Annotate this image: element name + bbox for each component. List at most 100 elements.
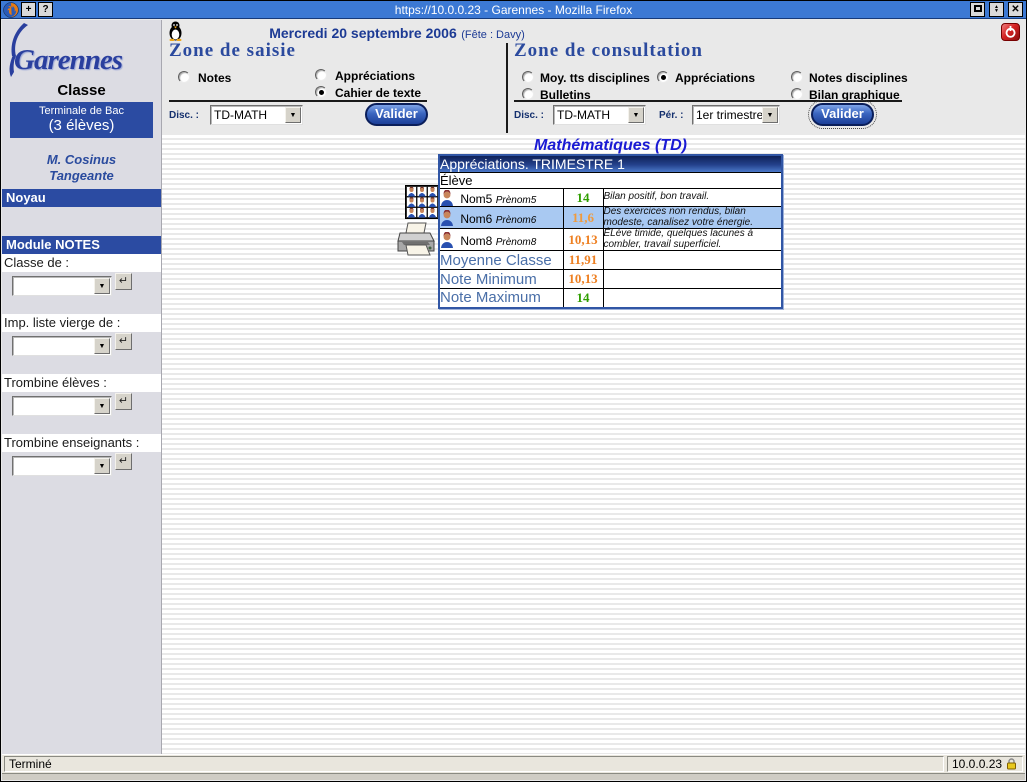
new-tab-button[interactable]: +: [21, 2, 36, 17]
classe-de-select[interactable]: ▼: [12, 276, 112, 296]
chevron-down-icon[interactable]: ▼: [94, 458, 110, 474]
power-icon: [1002, 24, 1019, 40]
valider-saisie-button[interactable]: Valider: [365, 103, 428, 126]
help-button[interactable]: ?: [38, 2, 53, 17]
radio-saisie-notes[interactable]: [178, 71, 190, 83]
chevron-down-icon[interactable]: ▼: [628, 107, 644, 123]
eleve-column-header: Élève: [439, 173, 782, 189]
logo-text: Garennes: [14, 44, 122, 77]
appreciation-cell: Bilan positif, bon travail.: [603, 189, 782, 207]
classe-de-submit-button[interactable]: ↵: [115, 273, 132, 290]
trombine-eleves-submit-button[interactable]: ↵: [115, 393, 132, 410]
trombinoscope-icon[interactable]: [405, 185, 439, 219]
firefox-icon: [3, 2, 19, 18]
trombine-enseignants-submit-button[interactable]: ↵: [115, 453, 132, 470]
radio-consult-appreciations[interactable]: [657, 71, 669, 83]
header-band: Mercredi 20 septembre 2006 (Fête : Davy)…: [162, 20, 1025, 135]
radio-saisie-notes-label[interactable]: Notes: [198, 71, 231, 85]
table-row-selected: Nom6 Prènom6 11,6 Des exercices non rend…: [439, 207, 782, 229]
chevron-down-icon[interactable]: ▼: [94, 278, 110, 294]
titlebar: + ? https://10.0.0.23 - Garennes - Mozil…: [1, 1, 1026, 19]
disc-label-consult: Disc. :: [514, 110, 544, 121]
student-name-cell[interactable]: Nom8 Prènom8: [439, 229, 563, 251]
summary-row: Moyenne Classe 11,91: [439, 251, 782, 270]
current-date: Mercredi 20 septembre 2006: [269, 25, 457, 41]
radio-consult-bulletins[interactable]: [522, 88, 534, 100]
radio-consult-bilan[interactable]: [791, 88, 803, 100]
trombine-eleves-select[interactable]: ▼: [12, 396, 112, 416]
garennes-logo: Garennes: [2, 20, 161, 80]
zone-saisie-title: Zone de saisie: [169, 40, 296, 62]
table-title: Appréciations. TRIMESTRE 1: [439, 155, 782, 173]
note-cell: 10,13: [563, 229, 603, 251]
periode-label: Pér. :: [659, 110, 683, 121]
student-avatar-icon: [440, 190, 454, 206]
classe-name: Terminale de Bac: [10, 105, 153, 117]
radio-saisie-cahier-label[interactable]: Cahier de texte: [335, 86, 421, 100]
table-header-row: Appréciations. TRIMESTRE 1: [439, 155, 782, 173]
trombine-eleves-label: Trombine élèves :: [2, 374, 161, 392]
disc-select-consult[interactable]: TD-MATH ▼: [553, 105, 646, 125]
radio-consult-notes-disciplines[interactable]: [791, 71, 803, 83]
table-row: Nom5 Prènom5 14 Bilan positif, bon trava…: [439, 189, 782, 207]
empty-cell: [603, 289, 782, 308]
status-text: Terminé: [4, 756, 944, 772]
sidebar-section-module-notes[interactable]: Module NOTES: [2, 236, 161, 254]
trombine-enseignants-select[interactable]: ▼: [12, 456, 112, 476]
logout-power-button[interactable]: [1001, 23, 1020, 41]
summary-label: Moyenne Classe: [439, 251, 563, 270]
classe-label: Classe: [2, 82, 161, 99]
imp-liste-select[interactable]: ▼: [12, 336, 112, 356]
radio-consult-notes-disciplines-label[interactable]: Notes disciplines: [809, 71, 908, 85]
periode-select[interactable]: 1er trimestre ▼: [692, 105, 780, 125]
student-name-cell[interactable]: Nom6 Prènom6: [439, 207, 563, 229]
empty-cell: [603, 270, 782, 289]
radio-saisie-cahier[interactable]: [315, 86, 327, 98]
chevron-down-icon[interactable]: ▼: [94, 338, 110, 354]
browser-window: + ? https://10.0.0.23 - Garennes - Mozil…: [0, 0, 1027, 782]
disc-label-saisie: Disc. :: [169, 110, 199, 121]
note-cell: 14: [563, 189, 603, 207]
main-area: Mercredi 20 septembre 2006 (Fête : Davy)…: [162, 20, 1025, 754]
appreciation-cell: Des exercices non rendus, bilan modeste,…: [603, 207, 782, 229]
disc-select-saisie[interactable]: TD-MATH ▼: [210, 105, 303, 125]
teacher-name: M. Cosinus Tangeante: [2, 152, 161, 184]
appreciation-cell: ÉLève timide, quelques lacunes à combler…: [603, 229, 782, 251]
student-name-cell[interactable]: Nom5 Prènom5: [439, 189, 563, 207]
valider-consult-button[interactable]: Valider: [811, 103, 874, 126]
chevron-down-icon[interactable]: ▼: [94, 398, 110, 414]
note-cell: 11,6: [563, 207, 603, 229]
maximize-button[interactable]: [970, 2, 985, 17]
imp-liste-submit-button[interactable]: ↵: [115, 333, 132, 350]
imp-liste-label: Imp. liste vierge de :: [2, 314, 161, 332]
printer-icon[interactable]: [394, 221, 438, 259]
close-button[interactable]: ✕: [1008, 2, 1023, 17]
table-subheader-row: Élève: [439, 173, 782, 189]
zone-divider: [506, 43, 508, 133]
discipline-title: Mathématiques (TD): [438, 137, 783, 155]
host-name: 10.0.0.23: [952, 757, 1002, 771]
radio-consult-moyennes-label[interactable]: Moy. tts disciplines: [540, 71, 650, 85]
chevron-down-icon[interactable]: ▼: [285, 107, 301, 123]
radio-consult-appreciations-label[interactable]: Appréciations: [675, 71, 755, 85]
sidebar: Garennes Classe Terminale de Bac (3 élèv…: [2, 20, 162, 754]
summary-value: 14: [563, 289, 603, 308]
classe-count: (3 élèves): [10, 117, 153, 134]
shade-button[interactable]: ▲▼: [989, 2, 1004, 17]
content-area: Mathématiques (TD): [162, 135, 1025, 754]
radio-saisie-appreciations[interactable]: [315, 69, 327, 81]
sidebar-section-noyau[interactable]: Noyau: [2, 189, 161, 207]
chevron-down-icon[interactable]: ▼: [762, 107, 778, 123]
summary-row: Note Maximum 14: [439, 289, 782, 308]
summary-value: 10,13: [563, 270, 603, 289]
summary-label: Note Maximum: [439, 289, 563, 308]
radio-consult-moyennes[interactable]: [522, 71, 534, 83]
maximize-icon: [974, 5, 982, 12]
radio-saisie-appreciations-label[interactable]: Appréciations: [335, 69, 415, 83]
trombine-enseignants-label: Trombine enseignants :: [2, 434, 161, 452]
divider: [169, 100, 427, 102]
window-resize-frame[interactable]: [2, 773, 1025, 780]
lock-icon[interactable]: [1005, 758, 1018, 770]
divider: [514, 100, 902, 102]
student-avatar-icon: [440, 232, 454, 248]
